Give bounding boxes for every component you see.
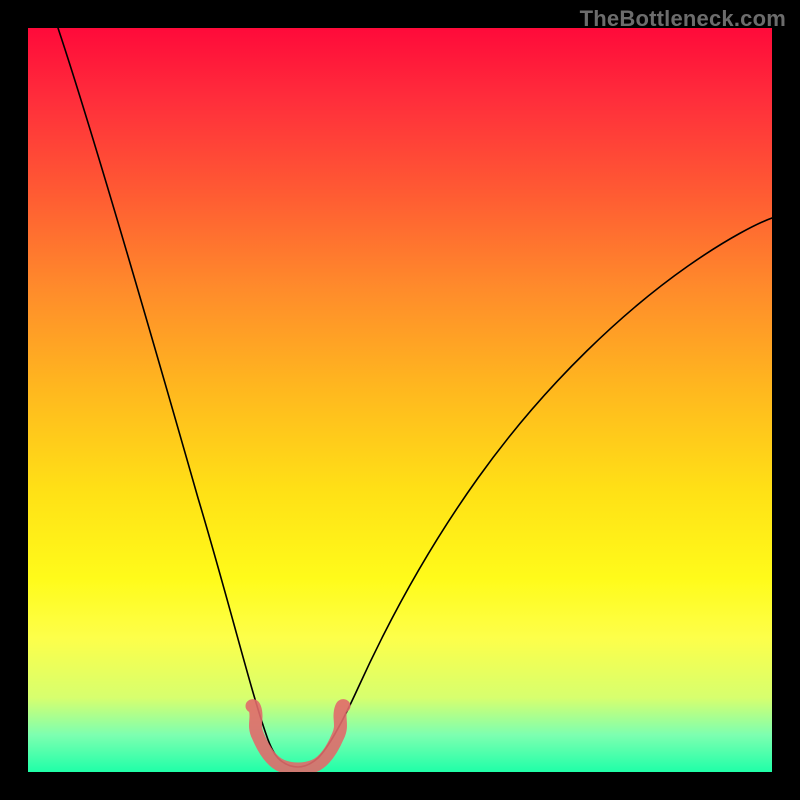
plot-area xyxy=(28,28,772,772)
watermark-text: TheBottleneck.com xyxy=(580,6,786,32)
optimal-zone-marker xyxy=(252,706,344,769)
bottleneck-curve-svg xyxy=(28,28,772,772)
bottleneck-curve xyxy=(58,28,772,767)
chart-frame: TheBottleneck.com xyxy=(0,0,800,800)
